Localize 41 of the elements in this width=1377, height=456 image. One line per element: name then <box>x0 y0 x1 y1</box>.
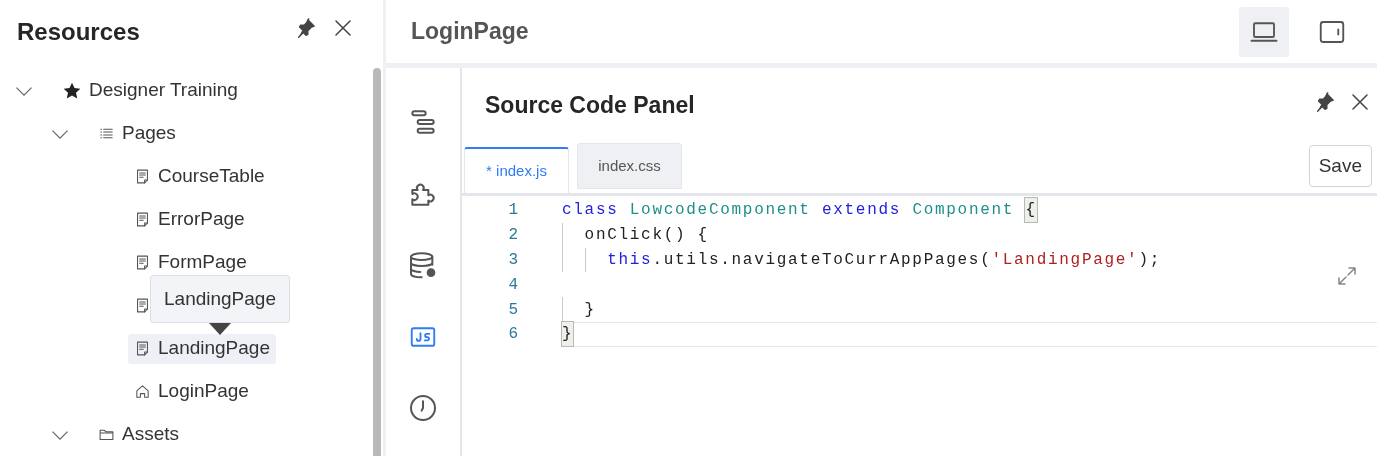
line-number: 1 <box>507 200 519 222</box>
panel-title: Resources <box>17 16 141 47</box>
clock-icon <box>407 392 439 424</box>
sidebar-tool-button[interactable] <box>407 392 439 424</box>
tree-item[interactable]: Designer Training <box>56 75 244 106</box>
page-icon <box>134 254 151 271</box>
tree-item[interactable]: Assets <box>92 419 186 450</box>
code-line: } <box>562 297 1377 322</box>
save-button[interactable]: Save <box>1308 145 1372 187</box>
tree-item[interactable]: LandingPage <box>128 333 276 364</box>
tree-item[interactable]: LoginPage <box>128 376 255 407</box>
line-number: 2 <box>507 225 519 247</box>
tree-item[interactable]: Pages <box>92 118 182 149</box>
line-number: 5 <box>507 299 519 321</box>
editor-tab[interactable]: * index.js <box>464 147 569 193</box>
panel-title: Source Code Panel <box>485 91 696 121</box>
tree-item[interactable]: CourseTable <box>128 161 271 192</box>
code-line: } <box>562 322 1377 347</box>
code-editor[interactable]: 1 class LowcodeComponent extends Component { 2 onClick() { 3 this.utils.navigateToCurrAppPages('LandingPage'); 4 5 } 6 } <box>462 193 1377 456</box>
code-line: class LowcodeComponent extends Component { <box>562 198 1377 223</box>
tooltip: LandingPage <box>150 275 290 323</box>
tree-item[interactable]: FormPage <box>128 247 253 278</box>
page-icon <box>134 168 151 185</box>
page-icon <box>134 340 151 357</box>
editor-tab[interactable]: index.css <box>577 143 682 189</box>
line-number: 4 <box>507 274 519 296</box>
line-number: 6 <box>507 324 519 346</box>
page-icon <box>134 211 151 228</box>
pin-icon <box>295 17 317 39</box>
scrollbar[interactable] <box>373 68 381 456</box>
home-icon <box>134 383 151 400</box>
tooltip-arrow <box>209 323 231 335</box>
expand-icon <box>1335 264 1359 288</box>
code-line: onClick() { <box>562 222 1377 248</box>
tree-item[interactable]: ErrorPage <box>128 204 251 235</box>
laptop-view-button[interactable] <box>1239 6 1289 57</box>
line-number: 3 <box>507 250 519 271</box>
page-title: LoginPage <box>411 17 530 47</box>
pin-icon <box>1314 91 1336 113</box>
page-icon <box>134 297 151 314</box>
code-line: this.utils.navigateToCurrAppPages('LandingPage'); <box>562 247 1377 273</box>
